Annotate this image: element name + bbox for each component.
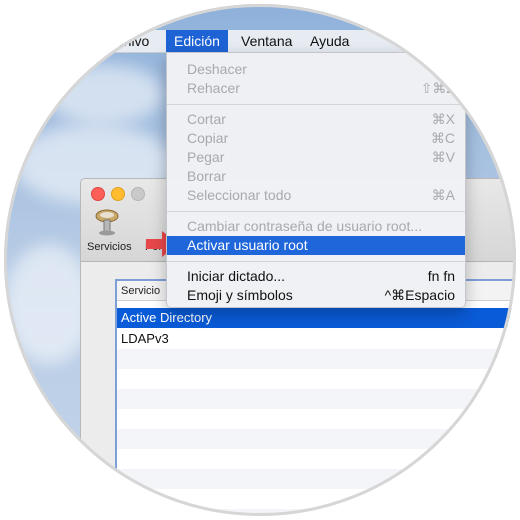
menu-item-label: Rehacer bbox=[187, 80, 240, 96]
menu-item-shortcut: ⌘A bbox=[431, 187, 455, 203]
minimize-button[interactable] bbox=[111, 187, 125, 201]
menu-item-label: Seleccionar todo bbox=[187, 187, 292, 203]
menu-edicion[interactable]: Edición bbox=[166, 30, 228, 52]
cloud bbox=[44, 64, 164, 124]
services-icon[interactable] bbox=[91, 205, 123, 237]
menu-item-label: Pegar bbox=[187, 149, 225, 165]
services-list: Servicio Active Directory LDAPv3 bbox=[115, 279, 516, 516]
menu-item-label: Cortar bbox=[187, 111, 226, 127]
menu-separator bbox=[167, 104, 465, 105]
menu-item-shortcut: ⌘X bbox=[431, 111, 455, 127]
list-row-empty bbox=[117, 469, 516, 489]
services-tab-label[interactable]: Servicios bbox=[87, 241, 132, 253]
menu-item-shortcut: ⌘C bbox=[430, 130, 455, 146]
menu-item-rehacer[interactable]: Rehacer ⇧⌘Z bbox=[167, 79, 465, 98]
menu-item-label: Emoji y símbolos bbox=[187, 287, 293, 303]
list-row-empty bbox=[117, 509, 516, 516]
menu-item-copiar[interactable]: Copiar ⌘C bbox=[167, 129, 465, 148]
zoom-circle: rchivo Edición Ventana Ayuda Servicios P… bbox=[4, 4, 516, 516]
list-row-empty bbox=[117, 349, 516, 369]
menu-item-cambiar-contrasena[interactable]: Cambiar contraseña de usuario root... bbox=[167, 217, 465, 236]
menu-separator bbox=[167, 261, 465, 262]
menu-item-pegar[interactable]: Pegar ⌘V bbox=[167, 148, 465, 167]
zoom-button[interactable] bbox=[131, 187, 145, 201]
menu-item-activar-usuario-root[interactable]: Activar usuario root bbox=[167, 236, 465, 255]
menu-item-shortcut: fn fn bbox=[427, 268, 455, 284]
menu-bar: rchivo Edición Ventana Ayuda bbox=[4, 30, 516, 53]
menu-ventana[interactable]: Ventana bbox=[233, 30, 300, 52]
list-item-ldapv3[interactable]: LDAPv3 bbox=[117, 329, 516, 349]
menu-item-label: Activar usuario root bbox=[187, 237, 308, 253]
close-button[interactable] bbox=[91, 187, 105, 201]
edit-menu-dropdown: Deshacer Rehacer ⇧⌘Z Cortar ⌘X Copiar ⌘C… bbox=[166, 52, 466, 308]
menu-archivo[interactable]: rchivo bbox=[104, 30, 157, 52]
menu-ayuda[interactable]: Ayuda bbox=[302, 30, 357, 52]
menu-item-iniciar-dictado[interactable]: Iniciar dictado... fn fn bbox=[167, 267, 465, 286]
menu-separator bbox=[167, 211, 465, 212]
list-row-empty bbox=[117, 389, 516, 409]
menu-item-deshacer[interactable]: Deshacer bbox=[167, 60, 465, 79]
menu-item-label: Borrar bbox=[187, 168, 226, 184]
menu-item-emoji-y-simbolos[interactable]: Emoji y símbolos ^⌘Espacio bbox=[167, 286, 465, 305]
menu-item-label: Iniciar dictado... bbox=[187, 268, 286, 284]
list-item-active-directory[interactable]: Active Directory bbox=[117, 308, 516, 328]
menu-item-borrar[interactable]: Borrar bbox=[167, 167, 465, 186]
menu-item-shortcut: ⇧⌘Z bbox=[420, 80, 455, 96]
menu-item-label: Deshacer bbox=[187, 61, 247, 77]
menu-item-label: Cambiar contraseña de usuario root... bbox=[187, 218, 423, 234]
menu-item-shortcut: ⌘V bbox=[431, 149, 455, 165]
menu-item-shortcut: ^⌘Espacio bbox=[384, 287, 455, 303]
menu-item-seleccionar-todo[interactable]: Seleccionar todo ⌘A bbox=[167, 186, 465, 205]
list-row-empty bbox=[117, 429, 516, 449]
menu-item-cortar[interactable]: Cortar ⌘X bbox=[167, 110, 465, 129]
menu-item-label: Copiar bbox=[187, 130, 229, 146]
